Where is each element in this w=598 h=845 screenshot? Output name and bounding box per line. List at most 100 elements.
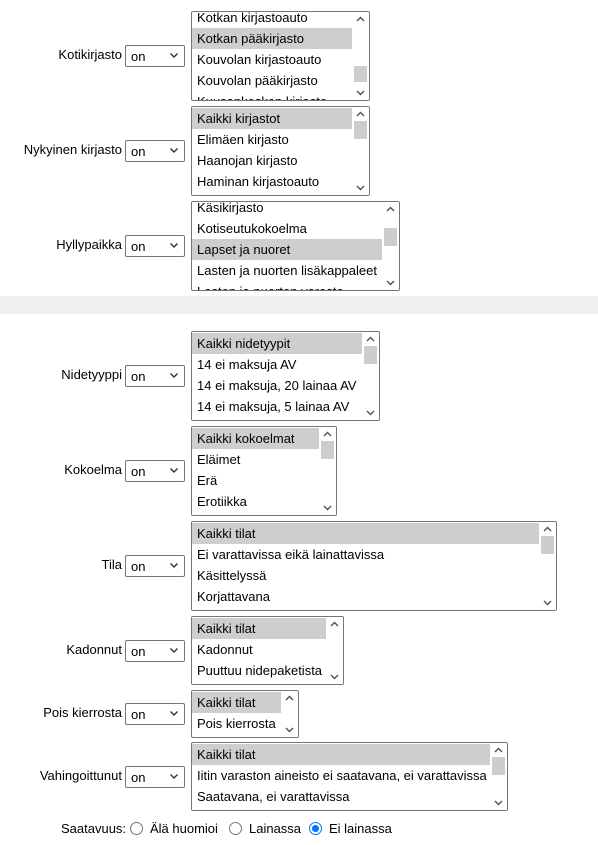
scrollbar[interactable]: [326, 617, 343, 684]
list-option[interactable]: Kaikki tilat: [192, 692, 281, 713]
scroll-up-icon[interactable]: [319, 427, 336, 441]
radio-ignore[interactable]: [130, 822, 143, 835]
list-options: Kaikki nidetyypit 14 ei maksuja AV 14 ei m…: [192, 333, 362, 417]
scroll-down-icon[interactable]: [539, 596, 556, 610]
filter-label: Kadonnut: [66, 641, 122, 657]
multi-select-list[interactable]: Kaikki kokoelmat Eläimet Erä Erotiikka: [191, 426, 337, 516]
scroll-down-icon[interactable]: [382, 276, 399, 290]
chevron-down-icon: [170, 773, 178, 779]
list-option[interactable]: Kaikki tilat: [192, 744, 490, 765]
scrollbar-thumb[interactable]: [541, 536, 554, 554]
operator-select[interactable]: on: [125, 703, 185, 725]
scrollbar-thumb[interactable]: [321, 441, 334, 459]
list-option[interactable]: Lapset ja nuoret: [192, 239, 382, 260]
scroll-up-icon[interactable]: [539, 522, 556, 536]
scrollbar-thumb[interactable]: [354, 121, 367, 139]
chevron-down-icon: [170, 148, 178, 153]
scroll-up-icon[interactable]: [490, 743, 507, 757]
operator-select[interactable]: on: [125, 235, 185, 257]
list-option[interactable]: Kaikki kokoelmat: [192, 428, 319, 449]
scrollbar[interactable]: [362, 332, 379, 420]
list-option[interactable]: Kouvolan pääkirjasto: [192, 70, 352, 91]
list-option[interactable]: Lasten ja nuorten varasto: [192, 281, 382, 290]
list-option[interactable]: Käsittelyssä: [192, 565, 539, 586]
list-option[interactable]: Erä: [192, 470, 319, 491]
list-option[interactable]: Kuusankosken kirjasto: [192, 91, 352, 100]
scrollbar-thumb[interactable]: [354, 66, 367, 82]
list-options: Kaikki kirjastot Elimäen kirjasto Haanojan…: [192, 108, 352, 192]
scrollbar[interactable]: [382, 202, 399, 290]
scrollbar[interactable]: [352, 12, 369, 100]
operator-select[interactable]: on: [125, 555, 185, 577]
scroll-up-icon[interactable]: [352, 107, 369, 121]
scroll-down-icon[interactable]: [352, 181, 369, 195]
scroll-down-icon[interactable]: [352, 86, 369, 100]
list-option[interactable]: Haminan kirjastoauto: [192, 171, 352, 192]
list-option[interactable]: Eläimet: [192, 449, 319, 470]
scrollbar-thumb[interactable]: [364, 346, 377, 364]
operator-value: on: [131, 239, 146, 254]
multi-select-list[interactable]: Kaikki tilat Iitin varaston aineisto ei s…: [191, 742, 508, 811]
scrollbar[interactable]: [319, 427, 336, 515]
list-option[interactable]: Ei varattavissa eikä lainattavissa: [192, 544, 539, 565]
list-option[interactable]: Kotkan kirjastoauto: [192, 12, 352, 28]
scroll-down-icon[interactable]: [362, 406, 379, 420]
multi-select-list[interactable]: Käsikirjasto Kotiseutukokoelma Lapset ja n…: [191, 201, 400, 291]
scrollbar[interactable]: [539, 522, 556, 610]
list-option[interactable]: Kouvolan kirjastoauto: [192, 49, 352, 70]
operator-select[interactable]: on: [125, 639, 185, 662]
list-option[interactable]: Korjattavana: [192, 586, 539, 607]
filter-label: Hyllypaikka: [56, 237, 122, 252]
scroll-down-icon[interactable]: [490, 796, 507, 810]
list-option[interactable]: Kaikki kirjastot: [192, 108, 352, 129]
scroll-up-icon[interactable]: [352, 12, 369, 26]
radio-not-on-loan[interactable]: [309, 822, 322, 835]
list-option[interactable]: Iitin varaston aineisto ei saatavana, ei…: [192, 765, 490, 786]
list-option[interactable]: Kadonnut: [192, 639, 326, 660]
list-option[interactable]: Käsikirjasto: [192, 202, 382, 218]
list-option[interactable]: Haanojan kirjasto: [192, 150, 352, 171]
multi-select-list[interactable]: Kaikki kirjastot Elimäen kirjasto Haanojan…: [191, 106, 370, 196]
scrollbar[interactable]: [281, 691, 298, 737]
list-option[interactable]: 14 ei maksuja, 20 lainaa AV: [192, 375, 362, 396]
list-option[interactable]: Kaikki tilat: [192, 523, 539, 544]
list-option[interactable]: Kotiseutukokoelma: [192, 218, 382, 239]
scrollbar-thumb[interactable]: [384, 228, 397, 246]
scroll-up-icon[interactable]: [382, 202, 399, 216]
multi-select-list[interactable]: Kaikki tilat Kadonnut Puuttuu nidepaketist…: [191, 616, 344, 685]
chevron-down-icon: [170, 468, 178, 473]
list-option[interactable]: Kaikki tilat: [192, 618, 326, 639]
list-option[interactable]: Saatavana, ei varattavissa: [192, 786, 490, 807]
multi-select-list[interactable]: Kaikki nidetyypit 14 ei maksuja AV 14 ei m…: [191, 331, 380, 421]
list-option[interactable]: Puuttuu nidepaketista: [192, 660, 326, 681]
operator-select[interactable]: on: [125, 460, 185, 482]
list-option[interactable]: Kaikki nidetyypit: [192, 333, 362, 354]
scroll-up-icon[interactable]: [362, 332, 379, 346]
list-option[interactable]: 14 ei maksuja, 5 lainaa AV: [192, 396, 362, 417]
list-option[interactable]: Elimäen kirjasto: [192, 129, 352, 150]
scroll-up-icon[interactable]: [281, 691, 298, 705]
list-option[interactable]: Lasten ja nuorten lisäkappaleet: [192, 260, 382, 281]
radio-on-loan[interactable]: [229, 822, 242, 835]
list-options: Kaikki tilat Pois kierrosta: [192, 692, 281, 734]
chevron-down-icon: [170, 647, 178, 653]
list-options: Kaikki kokoelmat Eläimet Erä Erotiikka: [192, 428, 319, 512]
scrollbar-thumb[interactable]: [492, 757, 505, 775]
list-option[interactable]: 14 ei maksuja AV: [192, 354, 362, 375]
scroll-up-icon[interactable]: [326, 617, 343, 631]
scrollbar[interactable]: [352, 107, 369, 195]
multi-select-list[interactable]: Kaikki tilat Ei varattavissa eikä lainatt…: [191, 521, 557, 611]
list-option[interactable]: Pois kierrosta: [192, 713, 281, 734]
multi-select-list[interactable]: Kotkan kirjastoauto Kotkan pääkirjasto Kou…: [191, 11, 370, 101]
scroll-down-icon[interactable]: [281, 723, 298, 737]
operator-select[interactable]: on: [125, 365, 185, 387]
list-option[interactable]: Kotkan pääkirjasto: [192, 28, 352, 49]
operator-select[interactable]: on: [125, 765, 185, 788]
scrollbar[interactable]: [490, 743, 507, 810]
multi-select-list[interactable]: Kaikki tilat Pois kierrosta: [191, 690, 299, 738]
list-option[interactable]: Erotiikka: [192, 491, 319, 512]
operator-select[interactable]: on: [125, 45, 185, 67]
operator-select[interactable]: on: [125, 140, 185, 162]
scroll-down-icon[interactable]: [319, 501, 336, 515]
scroll-down-icon[interactable]: [326, 670, 343, 684]
